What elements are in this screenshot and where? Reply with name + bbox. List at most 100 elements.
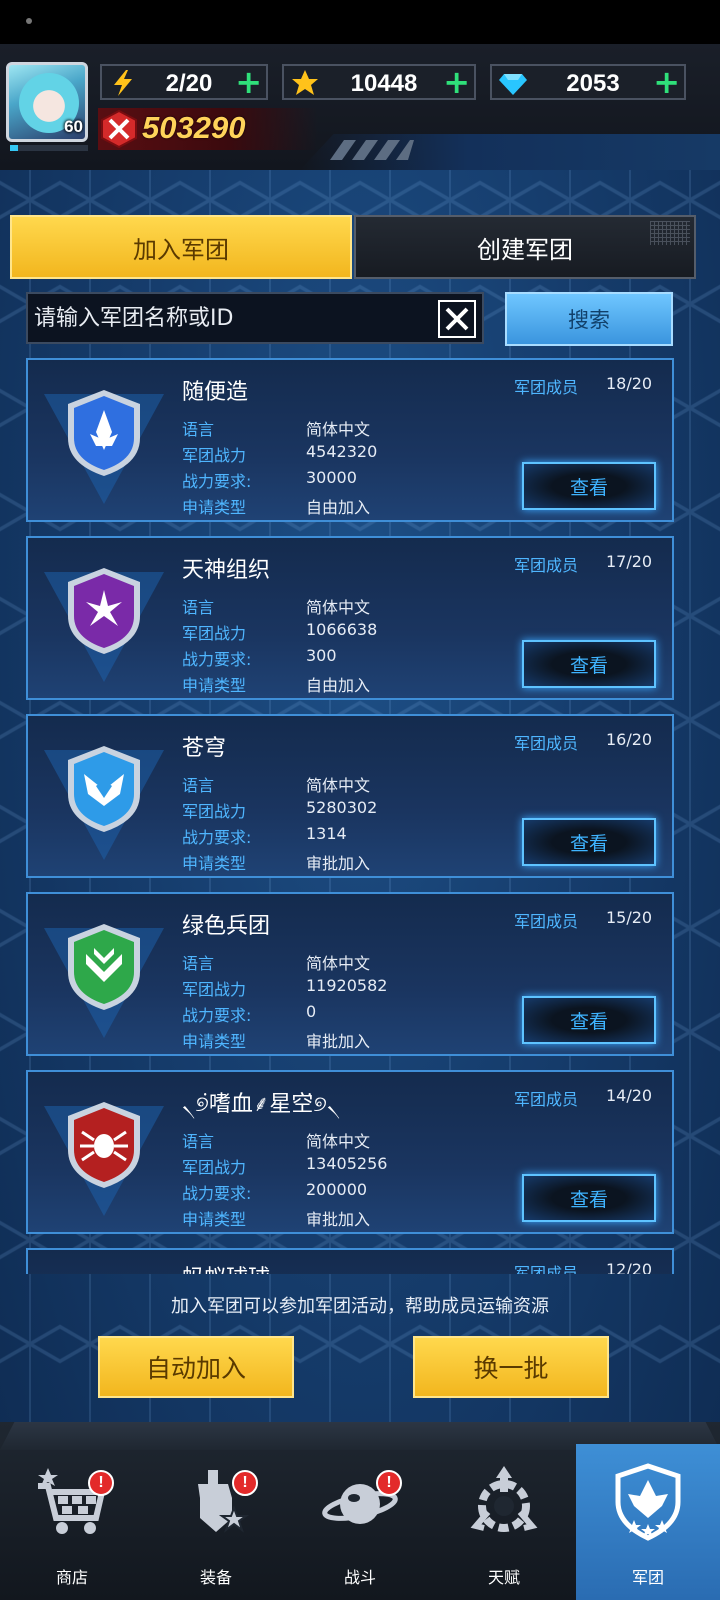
- legion-name: 绿色兵团: [182, 914, 271, 939]
- legion-name: ৲୭ᜒ嗜血⸙星空ᜒ୭৲: [182, 1092, 341, 1117]
- power-label: 军团战力: [182, 980, 247, 999]
- legion-name: 苍穹: [182, 736, 227, 761]
- members-label: 军团成员: [514, 378, 579, 397]
- power-label: 军团战力: [182, 1158, 247, 1177]
- language-value: 简体中文: [306, 776, 371, 795]
- language-label: 语言: [182, 420, 215, 439]
- search-input[interactable]: [34, 300, 434, 336]
- lightning-icon: [114, 70, 132, 96]
- star-value: 10448: [350, 70, 418, 97]
- nav-item-equipment[interactable]: ! 装备: [144, 1444, 288, 1600]
- nav-label: 战斗: [343, 1568, 376, 1587]
- power-label: 军团战力: [182, 624, 247, 643]
- exp-bar: [10, 145, 88, 151]
- legion-emblem-icon: [68, 390, 140, 476]
- nav-item-legion[interactable]: 军团: [576, 1444, 720, 1600]
- legion-name: 蚂蚁球球: [182, 1260, 270, 1274]
- requirement-label: 战力要求:: [182, 472, 252, 491]
- nav-label: 商店: [55, 1568, 88, 1587]
- members-label: 军团成员: [514, 556, 579, 575]
- apply-type-value: 审批加入: [306, 1210, 371, 1229]
- apply-type-label: 申请类型: [182, 498, 247, 517]
- legion-card: 天神组织 语言 简体中文 军团战力 1066638 战力要求: 300 申请类型…: [26, 536, 674, 700]
- power-value: 11920582: [306, 976, 388, 995]
- power-value: 5280302: [306, 798, 378, 817]
- refresh-list-button[interactable]: 换一批: [413, 1336, 609, 1398]
- gem-value: 2053: [566, 70, 620, 97]
- members-value: 12/20: [606, 1260, 653, 1274]
- language-label: 语言: [182, 954, 215, 973]
- requirement-label: 战力要求:: [182, 650, 252, 669]
- requirement-value: 300: [306, 646, 337, 665]
- combat-power: 503290: [98, 108, 318, 150]
- auto-join-button[interactable]: 自动加入: [98, 1336, 294, 1398]
- language-label: 语言: [182, 598, 215, 617]
- nav-item-battle[interactable]: ! 战斗: [288, 1444, 432, 1600]
- legion-emblem-icon: [68, 1102, 140, 1188]
- legion-emblem-icon: [68, 568, 140, 654]
- language-value: 简体中文: [306, 1132, 371, 1151]
- members-label: 军团成员: [514, 1264, 579, 1274]
- power-label: 军团战力: [182, 802, 247, 821]
- language-label: 语言: [182, 1132, 215, 1151]
- gem-counter: 2053 +: [490, 64, 686, 100]
- legion-name: 天神组织: [182, 558, 271, 583]
- nav-label: 天赋: [487, 1568, 520, 1587]
- combat-power-value: 503290: [142, 110, 246, 145]
- legion-emblem-icon: [68, 924, 140, 1010]
- requirement-value: 30000: [306, 468, 357, 487]
- legion-card: 绿色兵团 语言 简体中文 军团战力 11920582 战力要求: 0 申请类型 …: [26, 892, 674, 1056]
- requirement-label: 战力要求:: [182, 828, 252, 847]
- legion-emblem-icon: [68, 746, 140, 832]
- notification-badge: !: [88, 1470, 114, 1496]
- members-value: 16/20: [606, 730, 653, 749]
- power-value: 1066638: [306, 620, 378, 639]
- nav-label: 军团: [631, 1568, 664, 1587]
- star-plus-button[interactable]: +: [443, 66, 470, 98]
- view-button[interactable]: 查看: [522, 996, 656, 1044]
- search-button[interactable]: 搜索: [505, 292, 673, 346]
- legion-icon: [615, 1463, 681, 1541]
- view-button[interactable]: 查看: [522, 818, 656, 866]
- view-button[interactable]: 查看: [522, 462, 656, 510]
- apply-type-value: 审批加入: [306, 1032, 371, 1051]
- apply-type-value: 自由加入: [306, 498, 371, 517]
- apply-type-label: 申请类型: [182, 676, 247, 695]
- power-label: 军团战力: [182, 446, 247, 465]
- legion-card: ৲୭ᜒ嗜血⸙星空ᜒ୭৲ 语言 简体中文 军团战力 13405256 战力要求: …: [26, 1070, 674, 1234]
- energy-plus-button[interactable]: +: [235, 66, 262, 98]
- close-icon: [445, 307, 469, 331]
- crossed-swords-icon: [101, 110, 137, 148]
- legion-name: 随便造: [182, 380, 249, 405]
- clear-search-button[interactable]: [438, 300, 476, 338]
- language-label: 语言: [182, 776, 215, 795]
- requirement-value: 1314: [306, 824, 347, 843]
- requirement-value: 0: [306, 1002, 317, 1021]
- diamond-icon: [499, 74, 527, 95]
- view-button[interactable]: 查看: [522, 1174, 656, 1222]
- members-value: 18/20: [606, 374, 653, 393]
- language-value: 简体中文: [306, 598, 371, 617]
- members-value: 14/20: [606, 1086, 653, 1105]
- legion-card: 苍穹 语言 简体中文 军团战力 5280302 战力要求: 1314 申请类型 …: [26, 714, 674, 878]
- tab-join-legion[interactable]: 加入军团: [10, 215, 352, 279]
- requirement-value: 200000: [306, 1180, 368, 1199]
- requirement-label: 战力要求:: [182, 1184, 252, 1203]
- player-avatar[interactable]: 60: [6, 62, 88, 142]
- members-label: 军团成员: [514, 1090, 579, 1109]
- nav-item-shop[interactable]: ! 商店: [0, 1444, 144, 1600]
- legion-card: 随便造 语言 简体中文 军团战力 4542320 战力要求: 30000 申请类…: [26, 358, 674, 522]
- language-value: 简体中文: [306, 954, 371, 973]
- legion-list[interactable]: 随便造 语言 简体中文 军团战力 4542320 战力要求: 30000 申请类…: [26, 358, 674, 1274]
- legion-card: 蚂蚁球球 军团成员 12/20: [26, 1248, 674, 1274]
- view-button[interactable]: 查看: [522, 640, 656, 688]
- members-label: 军团成员: [514, 912, 579, 931]
- gem-plus-button[interactable]: +: [653, 66, 680, 98]
- power-value: 13405256: [306, 1154, 388, 1173]
- tab-create-legion[interactable]: 创建军团: [354, 215, 696, 279]
- notification-badge: !: [376, 1470, 402, 1496]
- nav-item-talent[interactable]: 天赋: [432, 1444, 576, 1600]
- join-hint-text: 加入军团可以参加军团活动，帮助成员运输资源: [171, 1296, 549, 1317]
- apply-type-value: 审批加入: [306, 854, 371, 873]
- tab-corner-decoration: [650, 221, 690, 245]
